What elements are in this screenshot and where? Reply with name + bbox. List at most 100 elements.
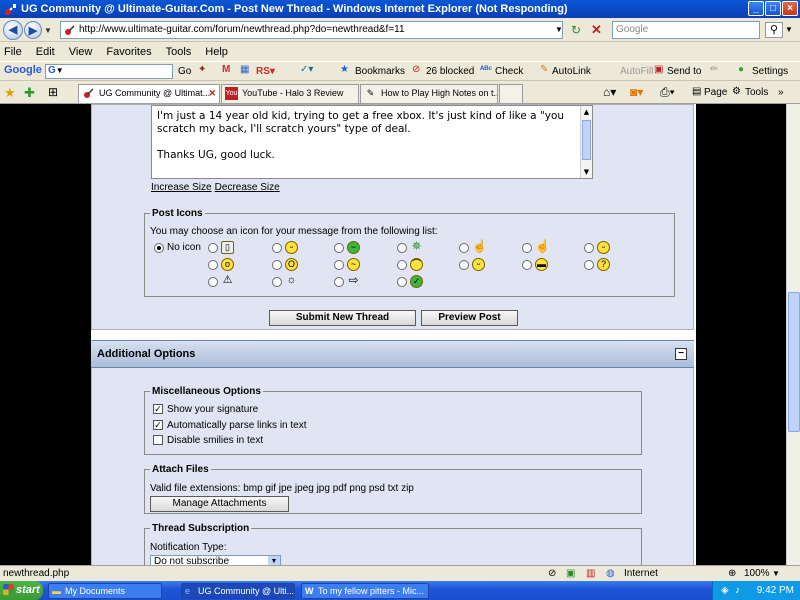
post-icon-none[interactable]: No icon [154, 242, 201, 253]
start-button[interactable]: start [0, 581, 43, 600]
quick-tabs-icon[interactable]: ⊞ [48, 85, 58, 99]
disable-smilies-option[interactable]: Disable smilies in text [153, 435, 263, 446]
gmail-icon[interactable]: M [222, 64, 230, 75]
radio[interactable] [208, 259, 218, 270]
task-my-documents[interactable]: ▬ My Documents [48, 583, 162, 599]
zoom-dropdown-icon[interactable]: ▼ [772, 566, 780, 581]
home-icon[interactable]: ⌂▾ [603, 85, 616, 99]
message-scroll-thumb[interactable] [582, 120, 591, 160]
post-icon-option[interactable]: ☝ [459, 240, 487, 254]
checkbox-checked[interactable]: ✓ [153, 404, 163, 415]
zoom-level[interactable]: 100% [744, 566, 770, 581]
popups-blocked-button[interactable]: 26 blocked [426, 66, 474, 77]
checkbox-checked[interactable]: ✓ [153, 420, 163, 431]
post-icon-option[interactable]: ᵕ [584, 241, 610, 254]
more-chevron-icon[interactable]: » [778, 87, 784, 98]
post-icon-option[interactable]: ▬ [522, 258, 548, 271]
favorites-star-icon[interactable]: ★ [4, 85, 16, 101]
radio[interactable] [397, 259, 407, 270]
post-icon-option[interactable]: ✓ [397, 275, 423, 288]
radio[interactable] [208, 242, 218, 253]
radio[interactable] [522, 242, 532, 253]
address-dropdown-icon[interactable]: ▼ [555, 25, 563, 34]
checkbox[interactable] [153, 435, 163, 446]
tab-high-notes[interactable]: ✎ How to Play High Notes on t... [360, 84, 498, 103]
radio[interactable] [272, 242, 282, 253]
radio[interactable] [459, 259, 469, 270]
highlight-icon[interactable]: ✏ [710, 64, 718, 75]
page-scrollbar[interactable] [786, 104, 800, 565]
refresh-icon[interactable]: ↻ [571, 23, 581, 37]
close-button[interactable]: × [782, 1, 798, 16]
post-icon-option[interactable]: ᵕ [272, 241, 298, 254]
radio[interactable] [334, 259, 344, 270]
post-icon-option[interactable]: ? [584, 258, 610, 271]
forward-icon[interactable]: ▶ [24, 21, 42, 39]
radio[interactable] [397, 242, 407, 253]
radio[interactable] [208, 276, 218, 287]
post-icon-option[interactable]: ✵ [397, 240, 423, 254]
address-input[interactable]: http://www.ultimate-guitar.com/forum/new… [60, 21, 563, 39]
tab-youtube[interactable]: You YouTube - Halo 3 Review [221, 84, 359, 103]
radio[interactable] [584, 242, 594, 253]
show-signature-option[interactable]: ✓ Show your signature [153, 404, 258, 415]
post-icon-option[interactable]: ▯ [208, 241, 234, 254]
menu-file[interactable]: File [4, 46, 22, 58]
post-icon-option[interactable]: ☝ [522, 240, 550, 254]
history-dropdown-icon[interactable]: ▼ [44, 26, 52, 35]
autolink-button[interactable]: AutoLink [552, 66, 591, 77]
post-icon-option[interactable]: ⚠ [208, 275, 234, 288]
radio[interactable] [272, 276, 282, 287]
post-icon-option[interactable]: − [334, 241, 360, 254]
collapse-icon[interactable]: − [675, 348, 687, 360]
sendto-button[interactable]: Send to [667, 66, 701, 77]
back-icon[interactable]: ◀ [3, 20, 23, 40]
scroll-up-icon[interactable]: ▲ [581, 106, 592, 118]
share-icon[interactable]: ✓▾ [300, 64, 313, 75]
post-icon-option[interactable]: ~ [334, 258, 360, 271]
search-options-icon[interactable]: ▼ [785, 25, 793, 34]
submit-new-thread-button[interactable]: Submit New Thread [269, 310, 416, 326]
menu-view[interactable]: View [69, 46, 93, 58]
menu-favorites[interactable]: Favorites [106, 46, 151, 58]
rss-icon[interactable]: RS▾ [256, 66, 275, 77]
tools-menu-button[interactable]: Tools [745, 87, 768, 98]
clock[interactable]: 9:42 PM [757, 585, 794, 596]
radio[interactable] [397, 276, 407, 287]
radio[interactable] [522, 259, 532, 270]
radio[interactable] [334, 242, 344, 253]
feeds-icon[interactable]: ◙▾ [630, 85, 643, 99]
tray-app-icon[interactable]: ◈ [721, 581, 729, 600]
message-textarea[interactable]: I'm just a 14 year old kid, trying to ge… [151, 105, 593, 179]
tab-ug-community[interactable]: UG Community @ Ultimat... ✕ [78, 84, 220, 103]
tab-close-icon[interactable]: ✕ [208, 85, 216, 102]
post-icon-option[interactable]: O [272, 258, 298, 271]
page-scroll-thumb[interactable] [788, 292, 800, 432]
post-icon-option[interactable]: ☼ [272, 275, 298, 288]
post-icon-option[interactable]: ⌒ [397, 258, 423, 271]
message-scrollbar[interactable]: ▲ ▼ [580, 106, 592, 178]
stop-icon[interactable]: ✕ [591, 22, 602, 38]
radio[interactable] [154, 242, 164, 253]
page-menu-button[interactable]: Page [704, 87, 727, 98]
pagerank-icon[interactable]: ✦ [198, 64, 206, 75]
notification-type-select[interactable]: Do not subscribe ▼ [150, 555, 281, 565]
increase-size-link[interactable]: Increase Size [151, 182, 212, 193]
decrease-size-link[interactable]: Decrease Size [215, 182, 280, 193]
title-bar[interactable]: UG Community @ Ultimate-Guitar.Com - Pos… [0, 0, 800, 18]
settings-button[interactable]: Settings [752, 66, 788, 77]
minimize-button[interactable]: _ [748, 1, 764, 16]
manage-attachments-button[interactable]: Manage Attachments [150, 496, 289, 512]
task-word-document[interactable]: W To my fellow pitters - Mic... [301, 583, 429, 599]
autofill-button[interactable]: AutoFill [620, 66, 653, 77]
menu-edit[interactable]: Edit [36, 46, 55, 58]
new-tab-button[interactable] [499, 84, 523, 103]
radio[interactable] [459, 242, 469, 253]
radio[interactable] [584, 259, 594, 270]
scroll-down-icon[interactable]: ▼ [581, 166, 592, 178]
volume-icon[interactable]: ♪ [735, 581, 740, 600]
menu-help[interactable]: Help [205, 46, 228, 58]
parse-links-option[interactable]: ✓ Automatically parse links in text [153, 420, 307, 431]
google-go-button[interactable]: Go [178, 66, 191, 77]
select-dropdown-icon[interactable]: ▼ [268, 556, 280, 565]
